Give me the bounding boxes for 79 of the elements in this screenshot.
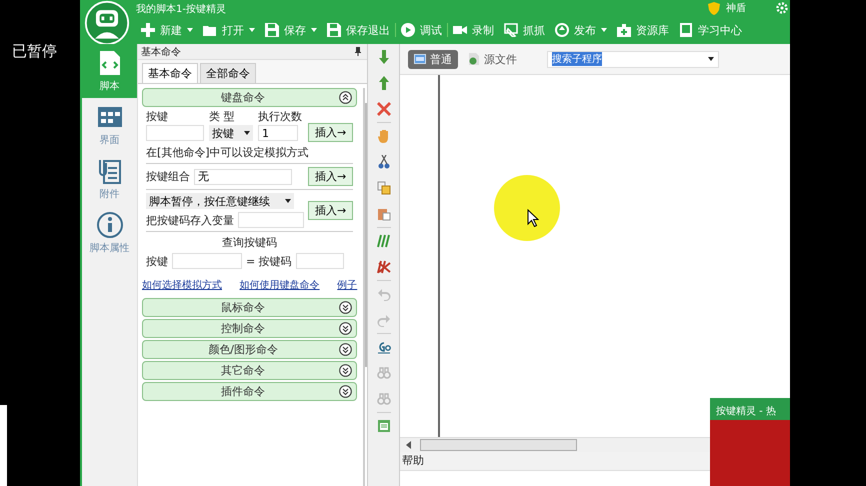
mode-tab[interactable]: 源文件 [462,50,523,68]
caret-icon [311,28,317,32]
combo-label: 按键组合 [146,169,190,184]
mouse-cursor-icon [527,209,539,227]
shield-icon [708,2,720,14]
caret-icon [708,57,714,61]
caret-icon [187,28,193,32]
window-title: 我的脚本1-按键精灵 [136,2,227,16]
mode-tab[interactable]: 普通 [408,50,458,68]
type-label: 类 型 [209,109,236,124]
scroll-thumb[interactable] [420,439,577,451]
section-header[interactable]: 插件命令 [142,382,358,401]
kit-icon [617,23,631,37]
comment-icon[interactable] [376,234,390,248]
pin-icon[interactable] [355,47,361,56]
query-code-field[interactable] [296,253,344,269]
up-icon[interactable] [376,76,390,90]
folder-icon [203,23,217,37]
caret-icon [601,28,607,32]
key-field[interactable] [146,125,204,141]
hand-icon[interactable] [376,129,390,143]
panel-tab[interactable]: 基本命令 [142,63,198,83]
insert-button[interactable]: 插入→ [308,167,354,186]
section-header[interactable]: 其它命令 [142,361,358,380]
settings-icon[interactable] [776,2,788,14]
play-icon [401,23,415,37]
count-field[interactable]: 1 [258,125,298,141]
delete-icon[interactable] [376,102,390,116]
save-icon [327,23,341,37]
cut-icon[interactable] [376,155,390,169]
section-header[interactable]: 鼠标命令 [142,298,358,317]
save-icon [265,23,279,37]
note-text: 在[其他命令]中可以设定模拟方式 [146,145,310,160]
document-icon [414,54,426,64]
key-label: 按键 [146,109,169,124]
query-title: 查询按键码 [221,235,278,250]
count-label: 执行次数 [258,109,302,124]
source-file-icon [468,53,480,65]
insert-button[interactable]: 插入→ [308,123,354,142]
copy-icon[interactable] [376,181,390,195]
caret-icon [285,199,291,203]
clip-icon [96,158,122,184]
paused-label: 已暂停 [12,42,58,61]
scroll-thumb[interactable] [365,103,368,367]
uncomment-icon[interactable] [376,260,390,274]
info-icon [96,212,122,238]
section-header[interactable]: 控制命令 [142,319,358,338]
scroll-left-icon[interactable] [406,441,412,449]
grab-icon [504,23,518,37]
down-icon[interactable] [376,50,390,64]
pause-dropdown[interactable]: 脚本暂停，按任意键继续 [146,193,294,209]
camera-icon [453,23,467,37]
caret-icon [244,131,250,135]
caret-icon [249,28,255,32]
section-header[interactable]: 键盘命令 [142,88,358,107]
combo-field[interactable]: 无 [194,168,292,184]
subroutine-dropdown[interactable]: 搜索子程序 [547,50,719,68]
help-link[interactable]: 如何选择模拟方式 [142,278,222,292]
query-key-label: 按键 [146,254,168,268]
panel-tab[interactable]: 全部命令 [200,63,256,83]
section-header[interactable]: 颜色/图形命令 [142,340,358,359]
help-link[interactable]: 例子 [337,278,358,292]
type-dropdown[interactable]: 按键 [209,125,253,141]
store-label: 把按键码存入变量 [146,212,234,228]
query-code-label: = 按键码 [246,254,292,268]
shield-label: 神盾 [726,2,746,15]
variable-field[interactable] [238,212,304,228]
popup-title: 按键精灵 - 热 [710,398,790,420]
panel-title: 基本命令 [141,46,181,58]
window-icon[interactable] [376,419,390,433]
robot-logo-icon [84,0,130,46]
plus-icon [141,23,155,37]
vertical-scrollbar[interactable] [363,88,366,486]
query-key-field[interactable] [172,253,242,269]
insert-button[interactable]: 插入→ [308,201,354,220]
upload-icon [555,23,569,37]
help-link[interactable]: 如何使用键盘命令 [240,278,320,292]
go-icon[interactable] [376,340,390,354]
paste-icon[interactable] [376,207,390,221]
